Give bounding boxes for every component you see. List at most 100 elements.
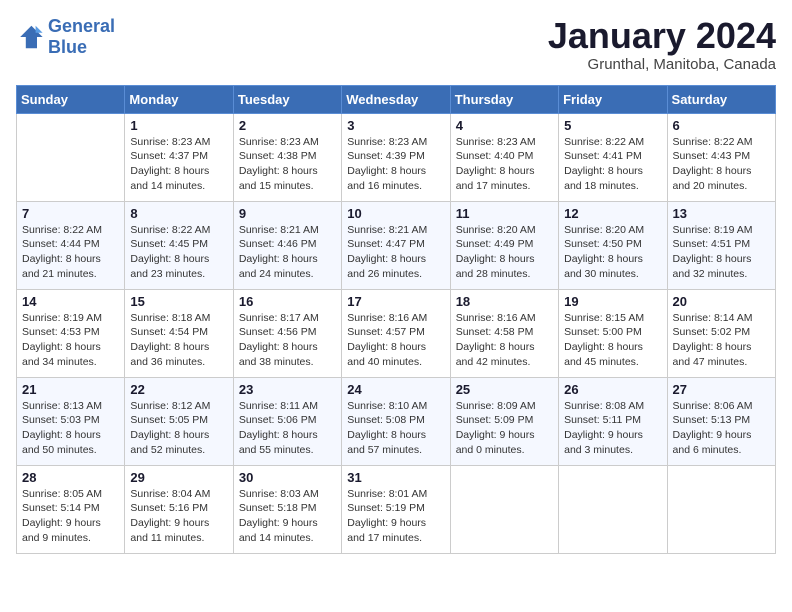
day-number: 3 <box>347 118 444 133</box>
day-number: 14 <box>22 294 119 309</box>
day-info: Sunrise: 8:21 AMSunset: 4:46 PMDaylight:… <box>239 223 336 282</box>
calendar-cell: 22 Sunrise: 8:12 AMSunset: 5:05 PMDayligh… <box>125 377 233 465</box>
day-info: Sunrise: 8:09 AMSunset: 5:09 PMDaylight:… <box>456 399 553 458</box>
day-number: 27 <box>673 382 770 397</box>
day-number: 23 <box>239 382 336 397</box>
weekday-header-friday: Friday <box>559 85 667 113</box>
day-info: Sunrise: 8:22 AMSunset: 4:45 PMDaylight:… <box>130 223 227 282</box>
calendar-week-2: 7 Sunrise: 8:22 AMSunset: 4:44 PMDaylight… <box>17 201 776 289</box>
calendar-cell: 24 Sunrise: 8:10 AMSunset: 5:08 PMDayligh… <box>342 377 450 465</box>
day-info: Sunrise: 8:16 AMSunset: 4:57 PMDaylight:… <box>347 311 444 370</box>
calendar-cell: 8 Sunrise: 8:22 AMSunset: 4:45 PMDaylight… <box>125 201 233 289</box>
day-info: Sunrise: 8:20 AMSunset: 4:49 PMDaylight:… <box>456 223 553 282</box>
location: Grunthal, Manitoba, Canada <box>548 56 776 73</box>
calendar-cell: 6 Sunrise: 8:22 AMSunset: 4:43 PMDaylight… <box>667 113 775 201</box>
day-info: Sunrise: 8:06 AMSunset: 5:13 PMDaylight:… <box>673 399 770 458</box>
day-number: 25 <box>456 382 553 397</box>
calendar-cell <box>559 465 667 553</box>
day-number: 7 <box>22 206 119 221</box>
day-number: 9 <box>239 206 336 221</box>
calendar-cell: 15 Sunrise: 8:18 AMSunset: 4:54 PMDayligh… <box>125 289 233 377</box>
day-info: Sunrise: 8:20 AMSunset: 4:50 PMDaylight:… <box>564 223 661 282</box>
calendar-week-5: 28 Sunrise: 8:05 AMSunset: 5:14 PMDayligh… <box>17 465 776 553</box>
day-number: 22 <box>130 382 227 397</box>
calendar-cell: 17 Sunrise: 8:16 AMSunset: 4:57 PMDayligh… <box>342 289 450 377</box>
calendar-cell: 14Sunrise: 8:19 AMSunset: 4:53 PMDayligh… <box>17 289 125 377</box>
month-title: January 2024 <box>548 16 776 56</box>
day-number: 11 <box>456 206 553 221</box>
day-info: Sunrise: 8:22 AMSunset: 4:43 PMDaylight:… <box>673 135 770 194</box>
calendar-cell <box>17 113 125 201</box>
weekday-header-wednesday: Wednesday <box>342 85 450 113</box>
day-info: Sunrise: 8:22 AMSunset: 4:44 PMDaylight:… <box>22 223 119 282</box>
calendar-week-1: 1 Sunrise: 8:23 AMSunset: 4:37 PMDaylight… <box>17 113 776 201</box>
calendar-week-3: 14Sunrise: 8:19 AMSunset: 4:53 PMDayligh… <box>17 289 776 377</box>
day-number: 17 <box>347 294 444 309</box>
day-number: 28 <box>22 470 119 485</box>
day-info: Sunrise: 8:04 AMSunset: 5:16 PMDaylight:… <box>130 487 227 546</box>
calendar-cell: 28 Sunrise: 8:05 AMSunset: 5:14 PMDayligh… <box>17 465 125 553</box>
day-info: Sunrise: 8:22 AMSunset: 4:41 PMDaylight:… <box>564 135 661 194</box>
logo-icon <box>16 23 44 51</box>
calendar-cell: 23 Sunrise: 8:11 AMSunset: 5:06 PMDayligh… <box>233 377 341 465</box>
weekday-header-monday: Monday <box>125 85 233 113</box>
day-number: 21 <box>22 382 119 397</box>
day-info: Sunrise: 8:16 AMSunset: 4:58 PMDaylight:… <box>456 311 553 370</box>
calendar-table: SundayMondayTuesdayWednesdayThursdayFrid… <box>16 85 776 554</box>
calendar-cell: 30Sunrise: 8:03 AMSunset: 5:18 PMDayligh… <box>233 465 341 553</box>
day-number: 16 <box>239 294 336 309</box>
day-number: 13 <box>673 206 770 221</box>
weekday-header-tuesday: Tuesday <box>233 85 341 113</box>
logo: General Blue <box>16 16 115 58</box>
day-info: Sunrise: 8:17 AMSunset: 4:56 PMDaylight:… <box>239 311 336 370</box>
day-number: 5 <box>564 118 661 133</box>
day-info: Sunrise: 8:12 AMSunset: 5:05 PMDaylight:… <box>130 399 227 458</box>
day-info: Sunrise: 8:18 AMSunset: 4:54 PMDaylight:… <box>130 311 227 370</box>
day-number: 12 <box>564 206 661 221</box>
day-number: 4 <box>456 118 553 133</box>
logo-text: General Blue <box>48 16 115 58</box>
calendar-cell <box>450 465 558 553</box>
calendar-cell <box>667 465 775 553</box>
day-number: 24 <box>347 382 444 397</box>
page-header: General Blue January 2024 Grunthal, Mani… <box>16 16 776 73</box>
day-number: 19 <box>564 294 661 309</box>
day-number: 15 <box>130 294 227 309</box>
day-info: Sunrise: 8:23 AMSunset: 4:37 PMDaylight:… <box>130 135 227 194</box>
day-number: 2 <box>239 118 336 133</box>
calendar-week-4: 21Sunrise: 8:13 AMSunset: 5:03 PMDayligh… <box>17 377 776 465</box>
day-info: Sunrise: 8:23 AMSunset: 4:40 PMDaylight:… <box>456 135 553 194</box>
calendar-cell: 31Sunrise: 8:01 AMSunset: 5:19 PMDayligh… <box>342 465 450 553</box>
day-info: Sunrise: 8:21 AMSunset: 4:47 PMDaylight:… <box>347 223 444 282</box>
day-number: 1 <box>130 118 227 133</box>
calendar-cell: 19 Sunrise: 8:15 AMSunset: 5:00 PMDayligh… <box>559 289 667 377</box>
calendar-cell: 16 Sunrise: 8:17 AMSunset: 4:56 PMDayligh… <box>233 289 341 377</box>
day-info: Sunrise: 8:15 AMSunset: 5:00 PMDaylight:… <box>564 311 661 370</box>
calendar-cell: 12 Sunrise: 8:20 AMSunset: 4:50 PMDayligh… <box>559 201 667 289</box>
calendar-cell: 18 Sunrise: 8:16 AMSunset: 4:58 PMDayligh… <box>450 289 558 377</box>
calendar-cell: 25 Sunrise: 8:09 AMSunset: 5:09 PMDayligh… <box>450 377 558 465</box>
day-number: 26 <box>564 382 661 397</box>
day-number: 10 <box>347 206 444 221</box>
day-info: Sunrise: 8:05 AMSunset: 5:14 PMDaylight:… <box>22 487 119 546</box>
day-info: Sunrise: 8:23 AMSunset: 4:39 PMDaylight:… <box>347 135 444 194</box>
day-info: Sunrise: 8:01 AMSunset: 5:19 PMDaylight:… <box>347 487 444 546</box>
weekday-header-row: SundayMondayTuesdayWednesdayThursdayFrid… <box>17 85 776 113</box>
day-info: Sunrise: 8:11 AMSunset: 5:06 PMDaylight:… <box>239 399 336 458</box>
calendar-cell: 3 Sunrise: 8:23 AMSunset: 4:39 PMDaylight… <box>342 113 450 201</box>
day-number: 20 <box>673 294 770 309</box>
day-number: 8 <box>130 206 227 221</box>
weekday-header-thursday: Thursday <box>450 85 558 113</box>
day-number: 18 <box>456 294 553 309</box>
calendar-cell: 21Sunrise: 8:13 AMSunset: 5:03 PMDayligh… <box>17 377 125 465</box>
day-info: Sunrise: 8:19 AMSunset: 4:51 PMDaylight:… <box>673 223 770 282</box>
weekday-header-saturday: Saturday <box>667 85 775 113</box>
day-number: 6 <box>673 118 770 133</box>
calendar-cell: 9 Sunrise: 8:21 AMSunset: 4:46 PMDaylight… <box>233 201 341 289</box>
calendar-cell: 13 Sunrise: 8:19 AMSunset: 4:51 PMDayligh… <box>667 201 775 289</box>
day-info: Sunrise: 8:10 AMSunset: 5:08 PMDaylight:… <box>347 399 444 458</box>
weekday-header-sunday: Sunday <box>17 85 125 113</box>
calendar-cell: 7 Sunrise: 8:22 AMSunset: 4:44 PMDaylight… <box>17 201 125 289</box>
day-number: 30 <box>239 470 336 485</box>
day-info: Sunrise: 8:08 AMSunset: 5:11 PMDaylight:… <box>564 399 661 458</box>
